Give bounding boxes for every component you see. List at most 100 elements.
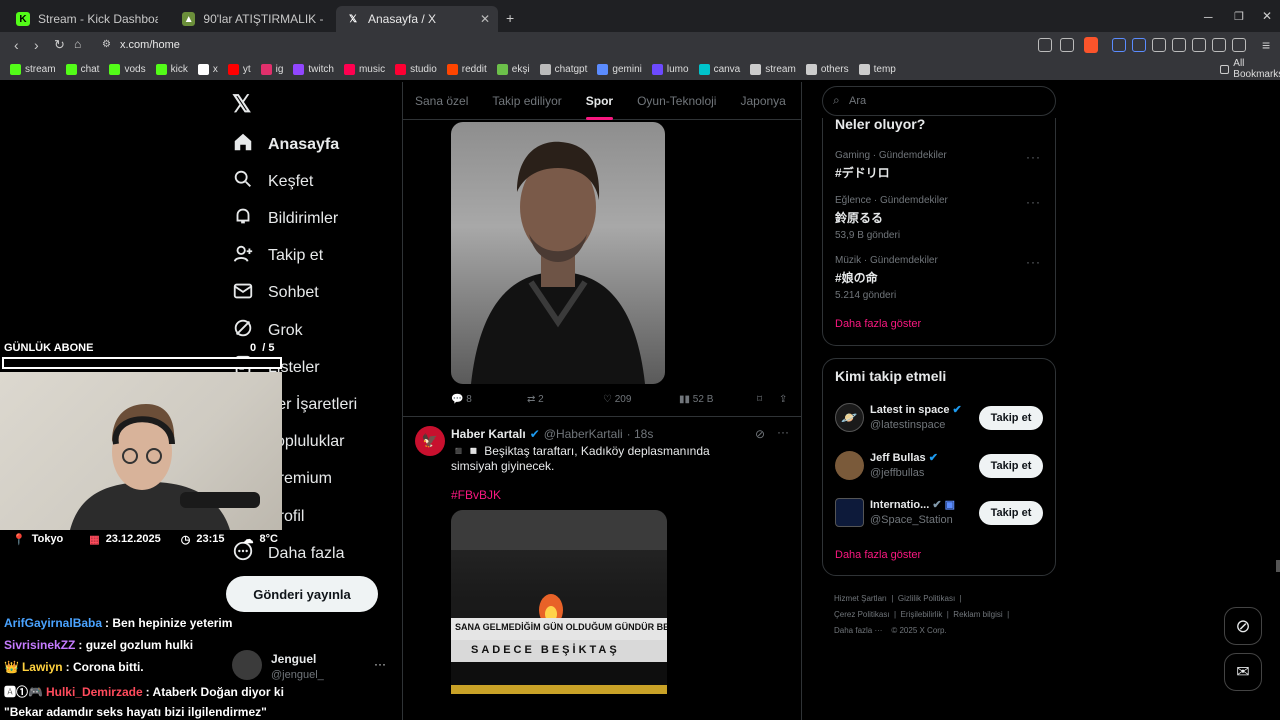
footer-link[interactable]: Daha fazla ··· xyxy=(834,626,882,635)
tweet-author-name[interactable]: Haber Kartalı xyxy=(451,427,526,441)
footer-link[interactable]: Çerez Politikası xyxy=(834,610,890,619)
bookmark-17[interactable]: others xyxy=(805,63,849,75)
trend-item[interactable]: Müzik · Gündemdekiler #娘の命 5.214 gönderi xyxy=(835,255,1045,301)
bookmark-13[interactable]: gemini xyxy=(597,63,642,75)
avatar[interactable] xyxy=(835,451,864,480)
account-more-icon[interactable]: ··· xyxy=(374,657,386,671)
bookmark-14[interactable]: lumo xyxy=(651,63,689,75)
minimize-button[interactable]: ─ xyxy=(1204,10,1213,24)
tab-japonya[interactable]: Japonya xyxy=(728,94,797,108)
tab-takip-ediliyor[interactable]: Takip ediliyor xyxy=(480,94,573,108)
extension-icon[interactable] xyxy=(1132,38,1146,52)
sidebar-icon[interactable] xyxy=(1172,38,1186,52)
chat-username[interactable]: ArifGayirnalBaba xyxy=(4,616,102,630)
tab-oyun-teknoloji[interactable]: Oyun-Teknoloji xyxy=(625,94,728,108)
nav-item-1[interactable]: Keşfet xyxy=(232,168,313,195)
tweet-more-icon[interactable]: ··· xyxy=(777,425,789,439)
reading-list-icon[interactable] xyxy=(1192,38,1206,52)
tweet-hashtag[interactable]: #FBvBJK xyxy=(451,488,501,502)
bookmark-4[interactable]: x xyxy=(197,63,218,75)
bookmark-5[interactable]: yt xyxy=(227,63,251,75)
bookmark-icon[interactable]: ⌑ xyxy=(757,394,762,405)
close-window-button[interactable]: ✕ xyxy=(1262,9,1272,23)
bookmark-15[interactable]: canva xyxy=(698,63,740,75)
search-box[interactable]: ⌕ Ara xyxy=(822,86,1056,116)
bookmark-8[interactable]: music xyxy=(343,63,385,75)
new-tab-button[interactable]: + xyxy=(506,10,514,26)
maximize-button[interactable]: ❐ xyxy=(1234,10,1244,23)
tab-tier-list[interactable]: ▲ 90'lar ATIŞTIRMALIK - Tier List, Kör S… xyxy=(172,6,336,32)
site-info-icon[interactable]: ⚙ xyxy=(102,39,111,50)
avatar[interactable] xyxy=(835,498,864,527)
tweet-photo[interactable]: SANA GELMEDİĞİM GÜN OLDUĞUM GÜNDÜR BENİ … xyxy=(451,510,667,694)
chat-username[interactable]: SivrisinekZZ xyxy=(4,638,75,652)
x-logo-icon[interactable]: 𝕏 xyxy=(232,90,251,119)
footer-link[interactable]: Reklam bilgisi xyxy=(953,610,1002,619)
footer-link[interactable]: Gizlilik Politikası xyxy=(898,594,955,603)
footer-link[interactable]: Hizmet Şartları xyxy=(834,594,887,603)
tab-x-home[interactable]: 𝕏 Anasayfa / X ✕ xyxy=(336,6,498,32)
extension-icon[interactable] xyxy=(1112,38,1126,52)
trends-show-more[interactable]: Daha fazla göster xyxy=(835,318,921,330)
like-button[interactable]: ♡ 209 xyxy=(603,394,631,405)
bookmark-9[interactable]: studio xyxy=(395,63,437,75)
menu-icon[interactable]: ≡ xyxy=(1262,37,1270,53)
nav-item-3[interactable]: Takip et xyxy=(232,243,323,270)
forward-button[interactable]: › xyxy=(34,37,39,53)
brave-shield-icon[interactable] xyxy=(1084,37,1098,53)
trend-more-icon[interactable]: ··· xyxy=(1026,255,1041,269)
tweet-avatar[interactable]: 🦅 xyxy=(415,426,445,456)
tweet-photo[interactable] xyxy=(451,122,665,384)
post-button[interactable]: Gönderi yayınla xyxy=(226,576,378,612)
reply-button[interactable]: 💬 8 xyxy=(451,394,472,405)
follow-suggestion-name[interactable]: Latest in space ✔ xyxy=(870,403,962,416)
bookmark-16[interactable]: stream xyxy=(750,63,796,75)
avatar[interactable] xyxy=(232,650,262,680)
reload-button[interactable]: ↻ xyxy=(54,37,65,53)
grok-float-button[interactable]: ⊘ xyxy=(1224,607,1262,645)
bookmark-10[interactable]: reddit xyxy=(446,63,487,75)
bookmark-12[interactable]: chatgpt xyxy=(539,63,587,75)
scrollbar[interactable] xyxy=(1276,560,1280,572)
nav-item-4[interactable]: Sohbet xyxy=(232,280,319,307)
bookmark-6[interactable]: ig xyxy=(260,63,283,75)
avatar[interactable]: 🪐 xyxy=(835,403,864,432)
close-tab-icon[interactable]: ✕ xyxy=(480,12,490,26)
nav-item-0[interactable]: Anasayfa xyxy=(232,131,339,158)
trend-more-icon[interactable]: ··· xyxy=(1026,195,1041,209)
trend-more-icon[interactable]: ··· xyxy=(1026,150,1041,164)
follow-suggestion-name[interactable]: Internatio... ✔ ▣ xyxy=(870,498,955,511)
nav-item-5[interactable]: Grok xyxy=(232,317,303,344)
follow-button[interactable]: Takip et xyxy=(979,406,1043,430)
vpn-icon[interactable] xyxy=(1232,38,1246,52)
share-icon[interactable] xyxy=(1060,38,1074,52)
extensions-icon[interactable] xyxy=(1152,38,1166,52)
follow-suggestion-name[interactable]: Jeff Bullas ✔ xyxy=(870,451,938,464)
home-button[interactable]: ⌂ xyxy=(74,37,81,51)
grok-icon[interactable]: ⊘ xyxy=(755,427,765,441)
url-field[interactable]: x.com/home xyxy=(120,39,180,51)
tweet-time[interactable]: · 18s xyxy=(627,427,654,441)
bookmark-3[interactable]: kick xyxy=(155,63,188,75)
repost-button[interactable]: ⇄ 2 xyxy=(527,394,544,405)
tweet-author-handle[interactable]: @HaberKartali xyxy=(544,427,623,441)
cast-icon[interactable] xyxy=(1038,38,1052,52)
trend-item[interactable]: Gaming · Gündemdekiler #デドリロ xyxy=(835,150,1045,181)
messages-float-button[interactable]: ✉ xyxy=(1224,653,1262,691)
who-to-follow-show-more[interactable]: Daha fazla göster xyxy=(835,549,921,561)
search-input[interactable]: Ara xyxy=(849,95,866,107)
bookmark-18[interactable]: temp xyxy=(858,63,896,75)
follow-button[interactable]: Takip et xyxy=(979,454,1043,478)
footer-link[interactable]: Erişilebilirlik xyxy=(901,610,943,619)
bookmark-2[interactable]: vods xyxy=(109,63,146,75)
tab-sana-ozel[interactable]: Sana özel xyxy=(403,94,480,108)
tab-spor[interactable]: Spor xyxy=(574,94,625,120)
tab-kick-dashboard[interactable]: K Stream - Kick Dashboard xyxy=(6,6,170,32)
all-bookmarks[interactable]: All Bookmarks xyxy=(1220,58,1280,80)
trend-item[interactable]: Eğlence · Gündemdekiler 鈴原るる 53,9 B gönd… xyxy=(835,195,1045,241)
back-button[interactable]: ‹ xyxy=(14,37,19,53)
wallet-icon[interactable] xyxy=(1212,38,1226,52)
follow-button[interactable]: Takip et xyxy=(979,501,1043,525)
share-icon[interactable]: ⇪ xyxy=(779,394,787,405)
nav-item-2[interactable]: Bildirimler xyxy=(232,205,338,232)
